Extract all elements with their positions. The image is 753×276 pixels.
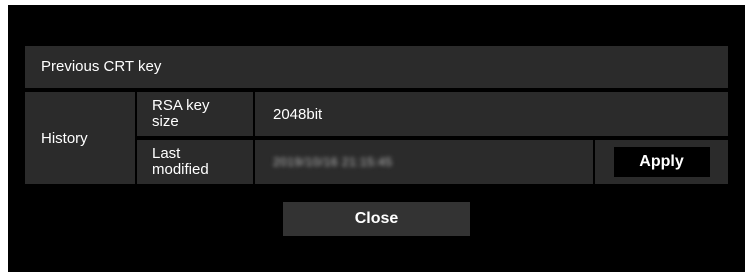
- last-modified-label: Last modified: [137, 140, 253, 184]
- rsa-key-size-label: RSA key size: [137, 92, 253, 136]
- close-button[interactable]: Close: [283, 202, 470, 236]
- history-label: History: [25, 92, 135, 184]
- apply-button[interactable]: Apply: [613, 147, 710, 177]
- rsa-key-size-value: 2048bit: [255, 92, 728, 136]
- section-title: Previous CRT key: [25, 46, 728, 88]
- last-modified-value: 2019/10/16 21:15:45: [255, 140, 593, 184]
- apply-cell: Apply: [595, 140, 728, 184]
- last-modified-date: 2019/10/16 21:15:45: [273, 155, 393, 169]
